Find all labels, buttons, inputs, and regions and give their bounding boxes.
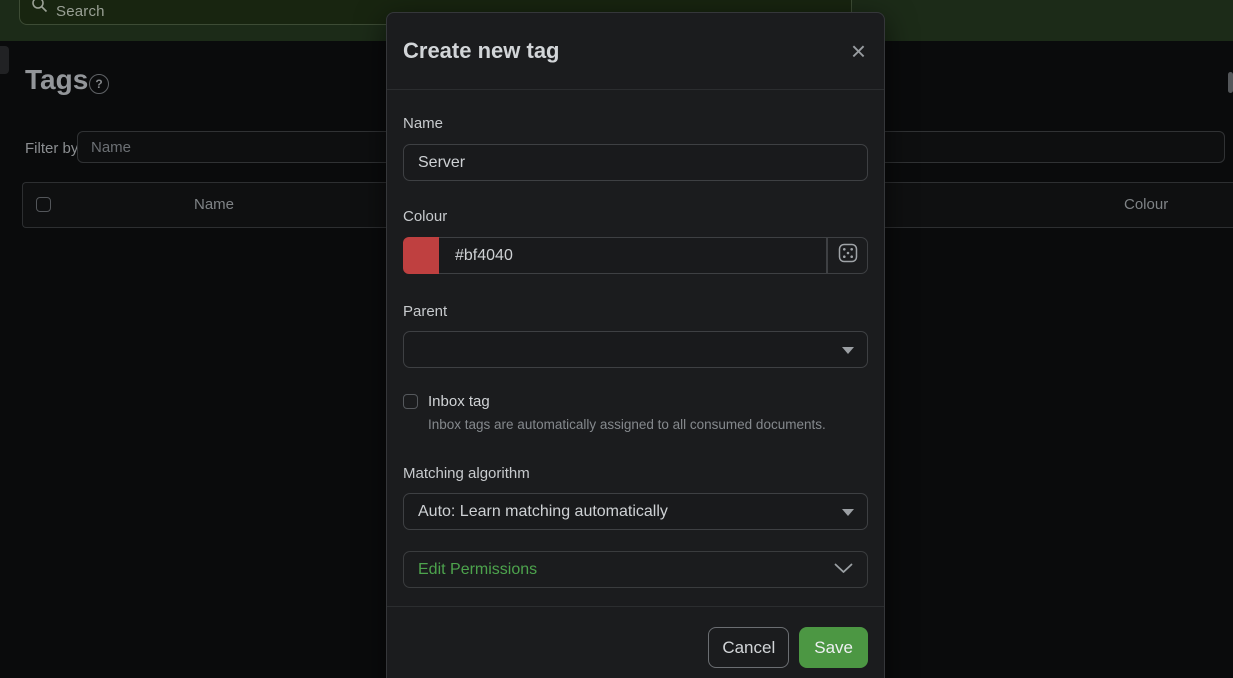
help-icon[interactable]: ? [89,74,109,94]
column-header-colour[interactable]: Colour [1124,196,1168,213]
modal-header: Create new tag × [387,13,884,90]
cancel-button[interactable]: Cancel [708,627,789,668]
name-field-label: Name [403,114,868,133]
page-edge-accent [0,46,9,74]
inbox-tag-hint: Inbox tags are automatically assigned to… [428,416,868,433]
colour-input-group [403,237,868,274]
select-all-checkbox[interactable] [36,197,51,212]
filter-by-label: Filter by: [25,140,83,157]
save-button[interactable]: Save [799,627,868,668]
search-placeholder: Search [56,3,105,20]
matching-field-label: Matching algorithm [403,464,868,483]
create-tag-modal: Create new tag × Name Colour [386,12,885,678]
parent-select[interactable] [403,331,868,368]
inbox-tag-label[interactable]: Inbox tag [428,393,490,410]
colour-hex-input[interactable] [439,237,827,274]
modal-title: Create new tag [403,37,560,65]
page-title: Tags [25,64,88,96]
inbox-tag-row: Inbox tag [403,393,868,410]
search-icon [31,0,48,18]
tag-name-input[interactable] [403,144,868,181]
matching-select-value: Auto: Learn matching automatically [418,503,668,521]
column-header-name[interactable]: Name [194,196,234,213]
modal-body: Name Colour Parent [387,114,884,588]
close-icon[interactable]: × [851,38,866,64]
dice-icon [838,243,858,268]
chevron-down-icon [834,561,853,579]
vertical-scrollbar[interactable] [1228,72,1233,93]
colour-field-label: Colour [403,207,868,226]
dropdown-caret-icon [842,347,854,354]
colour-swatch [403,237,439,274]
edit-permissions-accordion[interactable]: Edit Permissions [403,551,868,588]
parent-field-label: Parent [403,302,868,321]
random-colour-button[interactable] [827,237,868,274]
edit-permissions-label: Edit Permissions [418,561,537,579]
dropdown-caret-icon [842,509,854,516]
inbox-tag-checkbox[interactable] [403,394,418,409]
modal-footer: Cancel Save [387,606,884,678]
matching-algorithm-select[interactable]: Auto: Learn matching automatically [403,493,868,530]
